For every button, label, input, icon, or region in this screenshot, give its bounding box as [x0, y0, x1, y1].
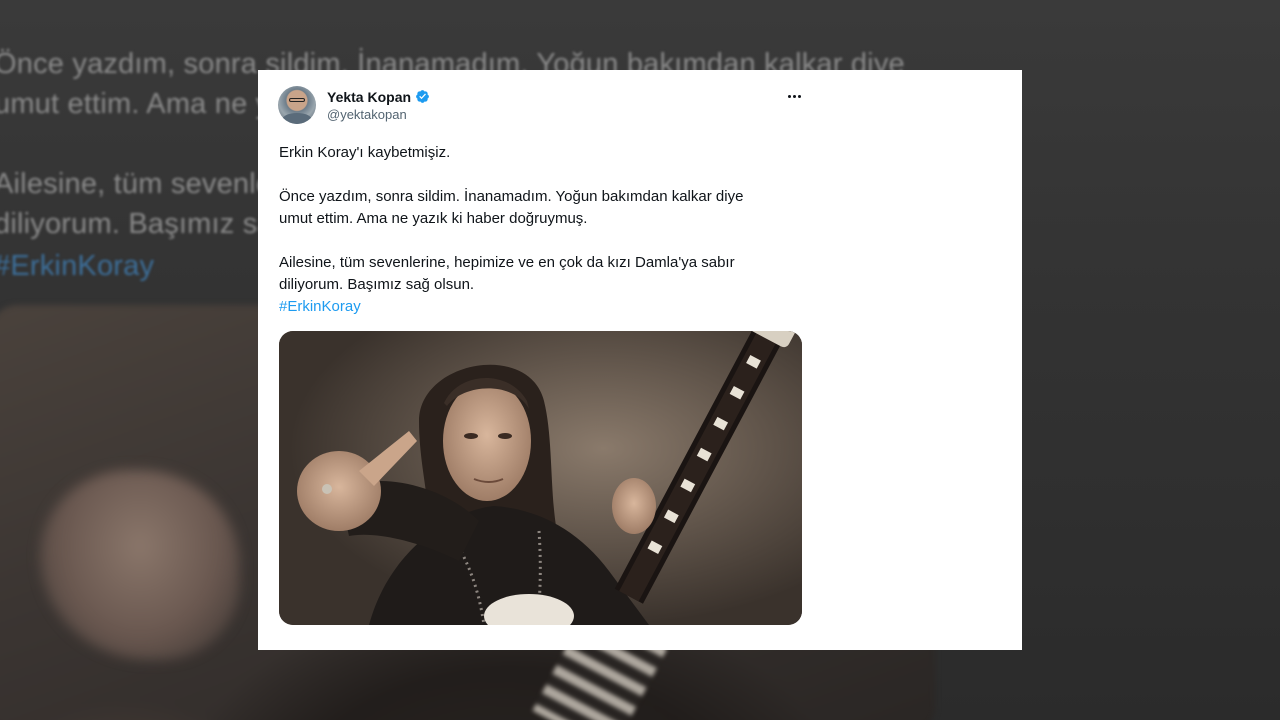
verified-badge-icon: [415, 89, 430, 104]
hashtag-link[interactable]: #ErkinKoray: [279, 298, 361, 315]
tweet-text: Erkin Koray'ı kaybetmişiz. Önce yazdım, …: [279, 142, 799, 318]
tweet-paragraph: Ailesine, tüm sevenlerine, hepimize ve e…: [279, 254, 735, 271]
tweet-paragraph: Erkin Koray'ı kaybetmişiz.: [279, 144, 451, 161]
more-dot: [792, 94, 796, 98]
tweet-photo[interactable]: [279, 331, 802, 625]
more-options-icon[interactable]: [784, 88, 804, 104]
photo-illustration: [279, 331, 802, 625]
tweet-card: Yekta Kopan @yektakopan Erkin Koray'ı ka…: [258, 70, 1022, 650]
bg-text-line: diliyorum. Başımız sa: [0, 208, 274, 240]
name-row: Yekta Kopan: [327, 89, 430, 105]
author-display-name[interactable]: Yekta Kopan: [327, 89, 411, 105]
avatar-shirt: [282, 113, 312, 124]
tweet-paragraph: Önce yazdım, sonra sildim. İnanamadım. Y…: [279, 188, 744, 205]
tweet-paragraph: diliyorum. Başımız sağ olsun.: [279, 276, 475, 293]
avatar-glasses: [289, 98, 305, 102]
tweet-header: Yekta Kopan @yektakopan: [278, 86, 430, 124]
more-dot: [797, 94, 801, 98]
tweet-paragraph: umut ettim. Ama ne yazık ki haber doğruy…: [279, 210, 588, 227]
more-dot: [787, 94, 791, 98]
bg-hashtag: #ErkinKoray: [0, 250, 155, 282]
author-handle[interactable]: @yektakopan: [327, 107, 430, 122]
author-avatar[interactable]: [278, 86, 316, 124]
bg-text-line: umut ettim. Ama ne y: [0, 88, 271, 120]
author-names: Yekta Kopan @yektakopan: [327, 89, 430, 122]
bg-text-line: Ailesine, tüm sevenle: [0, 168, 273, 200]
